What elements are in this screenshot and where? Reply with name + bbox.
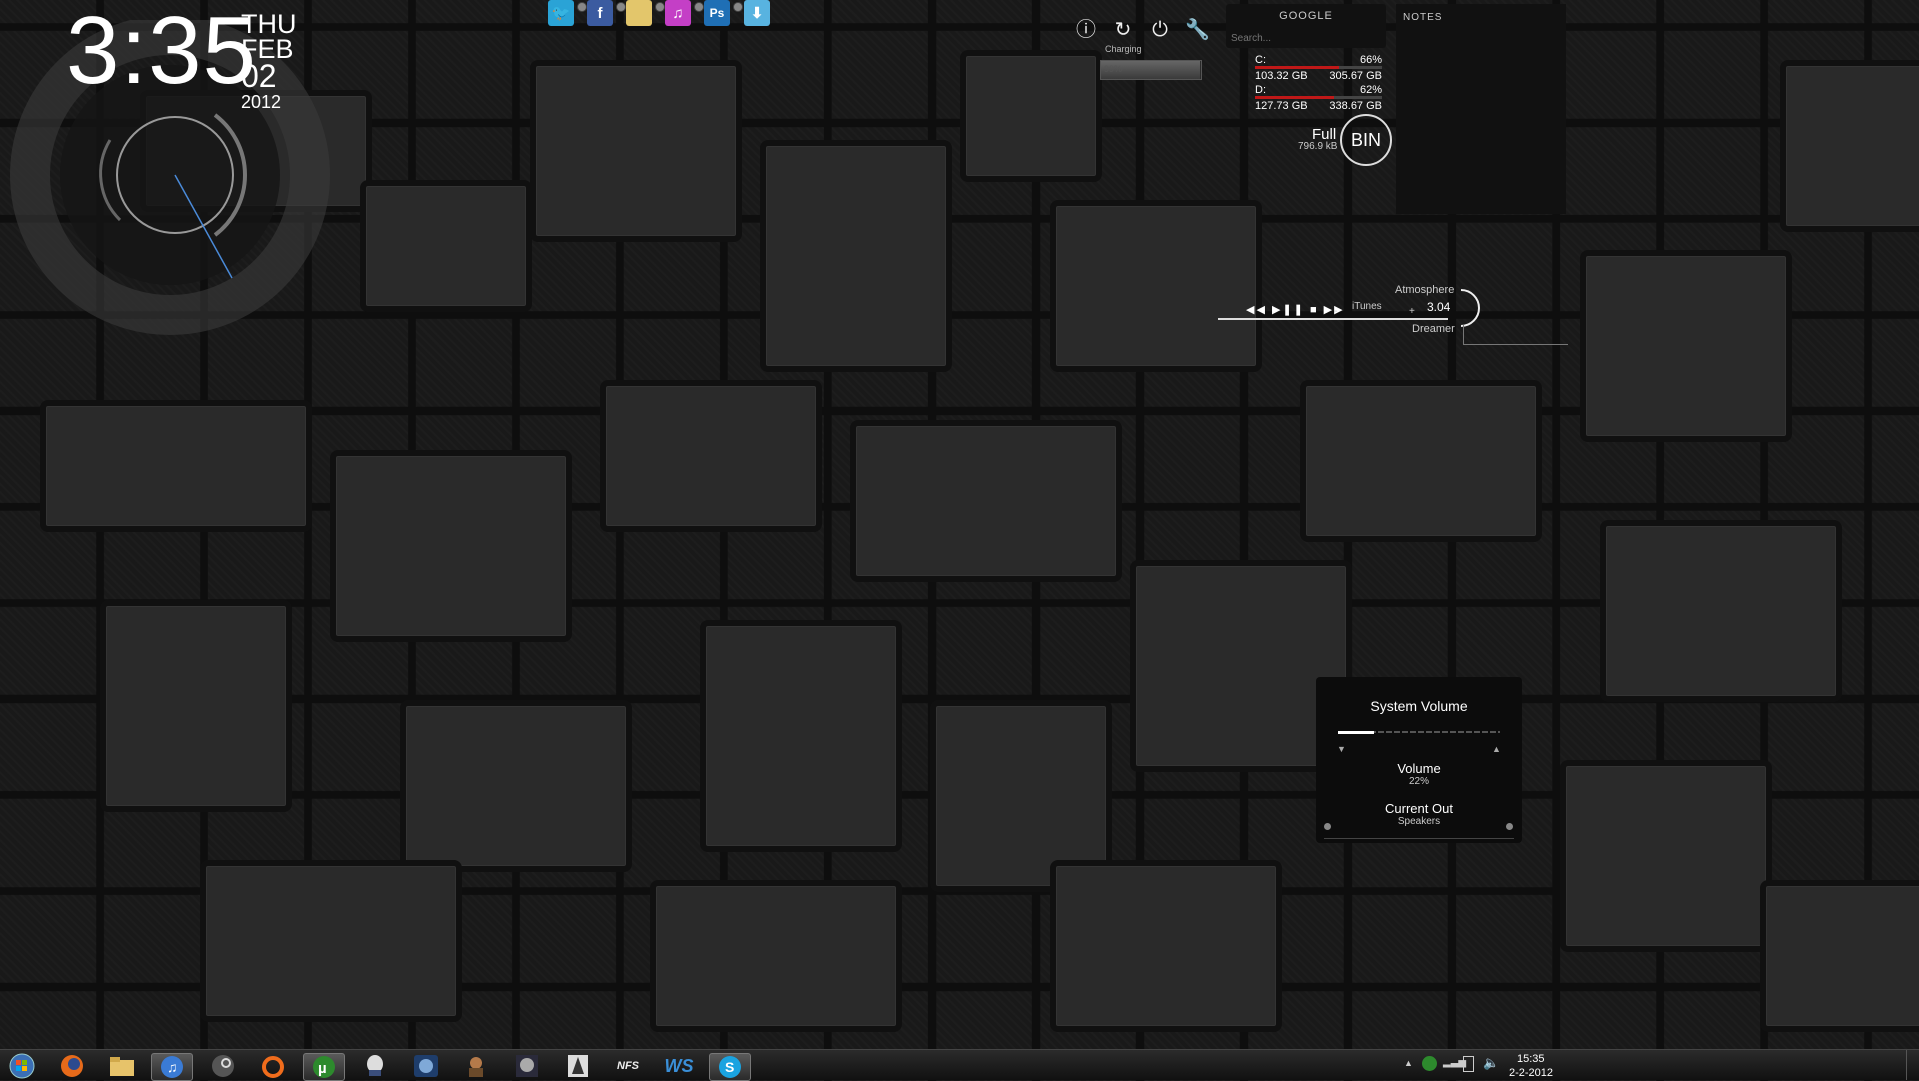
drive-d-fill bbox=[1255, 96, 1334, 99]
svg-text:♫: ♫ bbox=[167, 1059, 178, 1075]
separator-dot bbox=[733, 2, 743, 12]
utorrent-icon[interactable]: µ bbox=[303, 1053, 345, 1081]
volume-label: Volume bbox=[1397, 761, 1441, 776]
music-time: 3.04 bbox=[1427, 300, 1451, 314]
drive-d-sizes: 127.73 GB 338.67 GB bbox=[1255, 100, 1382, 112]
volume-slider-fill bbox=[1338, 731, 1374, 734]
windows-start-icon[interactable] bbox=[2, 1053, 42, 1079]
drive-c-used: 103.32 GB bbox=[1255, 70, 1308, 82]
svg-text:µ: µ bbox=[318, 1060, 327, 1077]
twitter-icon[interactable]: 🐦 bbox=[548, 0, 574, 26]
google-widget: GOOGLE bbox=[1226, 4, 1386, 48]
volume-panel-bottom-line bbox=[1324, 838, 1514, 839]
play-pause-icon[interactable]: ▶❚❚ bbox=[1272, 304, 1305, 316]
notes-widget[interactable]: NOTES bbox=[1396, 4, 1566, 214]
game-icon-4[interactable] bbox=[507, 1053, 547, 1079]
svg-text:S: S bbox=[725, 1059, 734, 1075]
music-volume-plus[interactable]: + bbox=[1409, 306, 1415, 317]
clock-time: 3:35 bbox=[66, 0, 257, 104]
drive-d-bar bbox=[1255, 96, 1382, 99]
music-player-name: iTunes bbox=[1352, 301, 1382, 312]
clock-year: 2012 bbox=[241, 92, 282, 112]
recycle-bin-button[interactable]: BIN bbox=[1340, 114, 1392, 166]
drive-d-total: 338.67 GB bbox=[1329, 100, 1382, 112]
explorer-icon[interactable] bbox=[102, 1053, 142, 1079]
speaker-icon[interactable]: 🔈 bbox=[1483, 1055, 1499, 1071]
music-volume-minus[interactable]: - bbox=[1334, 306, 1337, 317]
photoshop-icon[interactable]: Ps bbox=[704, 0, 730, 26]
drive-d-row: D: 62% bbox=[1255, 84, 1382, 96]
ws-icon[interactable]: WS bbox=[659, 1053, 699, 1079]
itunes-icon[interactable]: ♫ bbox=[151, 1053, 193, 1081]
current-out-device: Speakers bbox=[1397, 816, 1441, 827]
music-track: Dreamer bbox=[1412, 323, 1455, 335]
slider-dot-right bbox=[1506, 823, 1513, 830]
music-divider bbox=[1463, 344, 1568, 345]
volume-up-icon[interactable]: ▲ bbox=[1492, 744, 1501, 754]
settings-icon[interactable]: 🔧 bbox=[1185, 18, 1210, 42]
slider-dot-left bbox=[1324, 823, 1331, 830]
separator-dot bbox=[616, 2, 626, 12]
drive-c-total: 305.67 GB bbox=[1329, 70, 1382, 82]
game-icon-3[interactable] bbox=[456, 1053, 496, 1079]
launcher-bar: 🐦 f ♫ Ps ⬇ bbox=[548, 0, 770, 28]
restart-icon[interactable]: ↻ bbox=[1111, 18, 1135, 42]
facebook-icon[interactable]: f bbox=[587, 0, 613, 26]
nfs-icon[interactable]: NFS bbox=[608, 1053, 648, 1079]
volume-down-icon[interactable]: ▼ bbox=[1337, 744, 1346, 754]
volume-panel: System Volume ▼ ▲ Volume 22% Current Out… bbox=[1316, 677, 1522, 843]
folder-icon[interactable] bbox=[626, 0, 652, 26]
music-progress-bar[interactable] bbox=[1218, 318, 1448, 320]
drive-d-used: 127.73 GB bbox=[1255, 100, 1308, 112]
music-divider bbox=[1463, 325, 1464, 345]
volume-title: System Volume bbox=[1370, 698, 1468, 714]
clock-date: THU FEB 02 2012 bbox=[241, 11, 297, 115]
separator-dot bbox=[655, 2, 665, 12]
separator-dot bbox=[694, 2, 704, 12]
drive-d-label: D: bbox=[1255, 84, 1266, 96]
drive-c-label: C: bbox=[1255, 54, 1266, 66]
show-desktop-button[interactable] bbox=[1906, 1050, 1919, 1080]
drive-c-bar bbox=[1255, 66, 1382, 69]
battery-bar: 99% bbox=[1100, 60, 1202, 80]
battery-status: Charging bbox=[1105, 44, 1142, 54]
taskbar: ♫ µ NFS WS S ▲ ▂▃▅ 🔈 15:35 2-2-2012 bbox=[0, 1049, 1919, 1081]
volume-value: 22% bbox=[1408, 776, 1429, 787]
google-search-input[interactable] bbox=[1229, 30, 1383, 46]
firefox-icon[interactable] bbox=[52, 1053, 92, 1079]
separator-dot bbox=[577, 2, 587, 12]
drive-c-percent: 66% bbox=[1359, 54, 1382, 66]
drive-c-fill bbox=[1255, 66, 1339, 69]
volume-slider[interactable] bbox=[1338, 731, 1500, 734]
battery-tray-icon[interactable] bbox=[1463, 1056, 1474, 1072]
skype-icon[interactable]: S bbox=[709, 1053, 751, 1081]
battery-percent: 99% bbox=[1104, 64, 1123, 74]
clock-date-number: 02 bbox=[241, 58, 277, 94]
download-icon[interactable]: ⬇ bbox=[744, 0, 770, 26]
tray-expand-icon[interactable]: ▲ bbox=[1404, 1058, 1413, 1068]
music-arc bbox=[1460, 289, 1480, 327]
current-out-label: Current Out bbox=[1385, 801, 1453, 816]
power-icon[interactable]: ⏻ bbox=[1148, 18, 1172, 42]
itunes-icon[interactable]: ♫ bbox=[665, 0, 691, 26]
tray-utorrent-icon[interactable] bbox=[1422, 1056, 1437, 1071]
tray-date[interactable]: 2-2-2012 bbox=[1509, 1067, 1553, 1079]
game-icon-1[interactable] bbox=[355, 1053, 395, 1079]
music-artist: Atmosphere bbox=[1395, 284, 1455, 296]
game-icon-2[interactable] bbox=[406, 1053, 446, 1079]
google-title: GOOGLE bbox=[1279, 10, 1333, 22]
steam-icon[interactable] bbox=[203, 1053, 243, 1079]
music-controls: ◀◀ ▶❚❚ ■ ▶▶ bbox=[1246, 303, 1345, 316]
drive-c-row: C: 66% bbox=[1255, 54, 1382, 66]
game-icon-5[interactable] bbox=[558, 1053, 598, 1079]
info-icon[interactable]: ⓘ bbox=[1074, 18, 1098, 42]
tray-time[interactable]: 15:35 bbox=[1517, 1053, 1545, 1065]
notes-title: NOTES bbox=[1403, 12, 1443, 23]
stop-icon[interactable]: ■ bbox=[1310, 304, 1319, 316]
previous-icon[interactable]: ◀◀ bbox=[1246, 304, 1267, 316]
drive-c-sizes: 103.32 GB 305.67 GB bbox=[1255, 70, 1382, 82]
recycle-bin-size: 796.9 kB bbox=[1298, 141, 1338, 152]
origin-icon[interactable] bbox=[253, 1053, 293, 1079]
drive-d-percent: 62% bbox=[1359, 84, 1382, 96]
